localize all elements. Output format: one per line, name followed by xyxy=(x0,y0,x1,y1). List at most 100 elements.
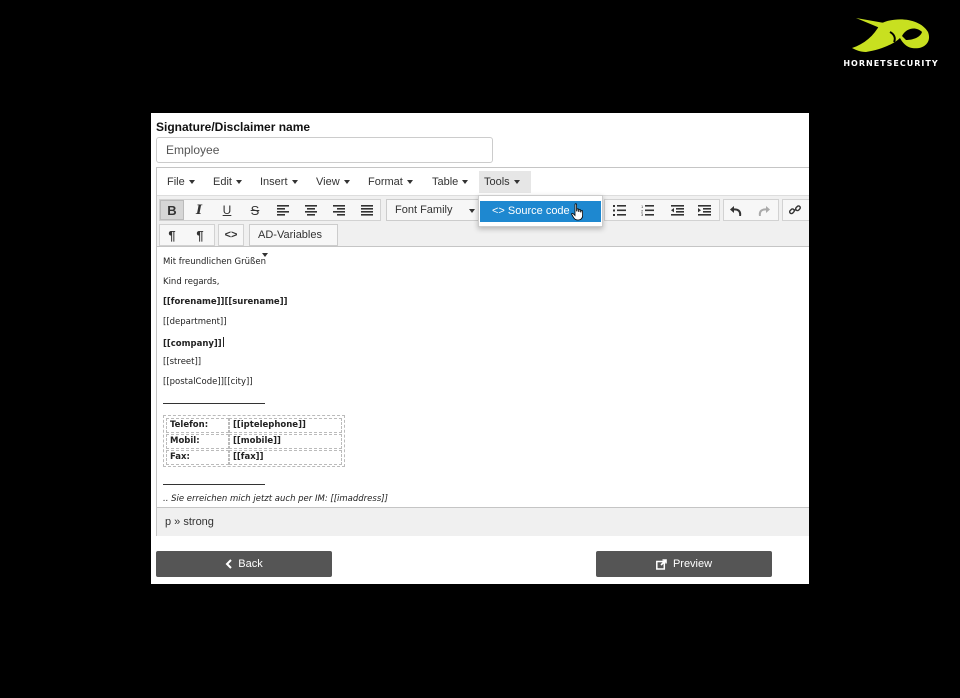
caret-down-icon xyxy=(462,180,469,184)
bullet-list-button[interactable] xyxy=(607,200,631,220)
hornetsecurity-logo: HORNETSECURITY xyxy=(836,14,946,72)
hand-cursor-icon xyxy=(571,203,583,221)
bold-icon: B xyxy=(167,202,177,218)
content-line: [[forename]][[surename]] xyxy=(163,297,288,307)
name-input[interactable] xyxy=(156,137,493,163)
menu-file[interactable]: File xyxy=(162,171,200,193)
chevron-left-icon xyxy=(225,559,232,569)
italic-button[interactable]: I xyxy=(187,200,211,220)
redo-icon xyxy=(758,205,770,216)
strikethrough-icon: S xyxy=(250,202,260,218)
content-line-company: [[company]] xyxy=(163,337,224,349)
source-code-button[interactable]: <> xyxy=(219,225,243,245)
content-line: [[postalCode]][[city]] xyxy=(163,377,253,387)
element-path[interactable]: p » strong xyxy=(165,516,214,528)
content-line-im: .. Sie erreichen mich jetzt auch per IM:… xyxy=(163,494,388,504)
font-family-label: Font Family xyxy=(395,204,453,216)
table-cell-label: Fax: xyxy=(166,450,229,465)
underline-button[interactable]: U xyxy=(215,200,239,220)
table-cell-value: [[mobile]] xyxy=(229,434,342,449)
numbered-list-button[interactable]: 123 xyxy=(635,200,659,220)
link-icon xyxy=(789,205,801,215)
back-button[interactable]: Back xyxy=(156,551,332,577)
menubar: File Edit Insert View Format Table Tools xyxy=(157,168,809,195)
external-link-icon xyxy=(655,558,667,570)
menu-view-label: View xyxy=(316,176,340,188)
back-button-label: Back xyxy=(238,558,263,570)
align-right-button[interactable] xyxy=(327,200,351,220)
text-caret xyxy=(222,337,224,347)
table-cell-value: [[iptelephone]] xyxy=(229,418,342,433)
content-line: [[department]] xyxy=(163,317,227,327)
indent-button[interactable] xyxy=(692,200,716,220)
align-justify-icon xyxy=(361,204,373,216)
outdent-icon xyxy=(670,204,684,216)
paragraph-ltr-icon: ¶ xyxy=(168,227,176,243)
name-label: Signature/Disclaimer name xyxy=(156,120,311,134)
caret-down-icon xyxy=(343,180,350,184)
table-row: Fax: [[fax]] xyxy=(166,450,342,465)
preview-button[interactable]: Preview xyxy=(596,551,772,577)
menu-table[interactable]: Table xyxy=(427,171,473,193)
editor-content[interactable]: Mit freundlichen Grüßen Kind regards, [[… xyxy=(157,248,809,507)
ad-variables-dropdown[interactable]: AD-Variables xyxy=(249,224,338,257)
align-center-icon xyxy=(305,204,317,216)
numbered-list-icon: 123 xyxy=(641,204,654,216)
table-row: Telefon: [[iptelephone]] xyxy=(166,418,342,433)
content-line: Kind regards, xyxy=(163,277,220,287)
menu-tools[interactable]: Tools xyxy=(479,171,531,193)
contact-table: Telefon: [[iptelephone]] Mobil: [[mobile… xyxy=(163,415,345,467)
outdent-button[interactable] xyxy=(665,200,689,220)
indent-icon xyxy=(697,204,711,216)
separator-line xyxy=(163,484,265,485)
menu-format[interactable]: Format xyxy=(363,171,418,193)
code-icon: <> xyxy=(224,229,238,241)
content-line: [[street]] xyxy=(163,357,202,367)
menu-edit-label: Edit xyxy=(213,176,232,188)
align-left-button[interactable] xyxy=(271,200,295,220)
caret-down-icon xyxy=(291,180,298,184)
menu-view[interactable]: View xyxy=(311,171,355,193)
menu-insert[interactable]: Insert xyxy=(255,171,303,193)
align-right-icon xyxy=(333,204,345,216)
preview-button-label: Preview xyxy=(672,558,713,570)
bullet-list-icon xyxy=(612,204,626,216)
caret-down-icon xyxy=(188,180,195,184)
separator-line xyxy=(163,403,265,404)
menu-insert-label: Insert xyxy=(260,176,288,188)
menu-tools-label: Tools xyxy=(484,176,510,188)
menu-file-label: File xyxy=(167,176,185,188)
bold-button[interactable]: B xyxy=(160,200,184,220)
strikethrough-button[interactable]: S xyxy=(243,200,267,220)
caret-down-icon xyxy=(513,180,520,184)
caret-down-icon xyxy=(469,209,475,213)
paragraph-rtl-icon: ¶ xyxy=(196,227,204,243)
align-left-icon xyxy=(277,204,289,216)
undo-button[interactable] xyxy=(724,200,748,220)
logo-text: HORNETSECURITY xyxy=(843,59,939,68)
link-button[interactable] xyxy=(783,200,807,220)
signature-panel: Signature/Disclaimer name File Edit Inse… xyxy=(151,113,809,584)
font-family-dropdown[interactable]: Font Family xyxy=(386,199,482,221)
content-line: Mit freundlichen Grüßen xyxy=(163,257,266,267)
ad-variables-label: AD-Variables xyxy=(258,229,322,241)
table-cell-label: Telefon: xyxy=(166,418,229,433)
ltr-button[interactable]: ¶ xyxy=(160,225,184,245)
content-line-text: [[company]] xyxy=(163,339,222,349)
underline-icon: U xyxy=(222,203,232,217)
table-cell-value: [[fax]] xyxy=(229,450,342,465)
caret-down-icon xyxy=(406,180,413,184)
table-cell-label: Mobil: xyxy=(166,434,229,449)
menu-format-label: Format xyxy=(368,176,403,188)
rtl-button[interactable]: ¶ xyxy=(188,225,212,245)
align-center-button[interactable] xyxy=(299,200,323,220)
undo-icon xyxy=(730,205,742,216)
status-bar: p » strong xyxy=(157,507,809,536)
menu-edit[interactable]: Edit xyxy=(208,171,247,193)
menu-table-label: Table xyxy=(432,176,459,188)
italic-icon: I xyxy=(195,202,203,218)
align-justify-button[interactable] xyxy=(355,200,379,220)
table-row: Mobil: [[mobile]] xyxy=(166,434,342,449)
caret-down-icon xyxy=(235,180,242,184)
redo-button[interactable] xyxy=(752,200,776,220)
